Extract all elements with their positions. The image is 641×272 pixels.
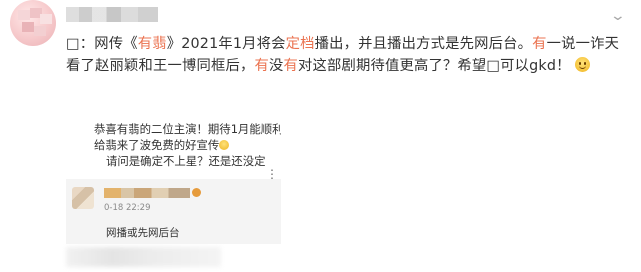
post-text: □：网传《有翡》2021年1月将会定档播出，并且播出方式是先网后台。有一说一诈天… [66, 33, 626, 77]
post-text-part: 》2021年1月将会 [166, 36, 286, 52]
keyword-link[interactable]: 有 [254, 58, 269, 74]
post-prefix: □：网传《 [66, 36, 138, 52]
comment-time: 0-18 22:29 [104, 203, 151, 213]
smile-emoji-icon [219, 140, 230, 150]
attached-screenshot[interactable]: 恭喜有翡的二位主演！期待1月能顺利上线 给翡来了波免费的好宣传 请问是确定不上星… [66, 116, 281, 244]
post-text-part: 播出，并且播出方式是先网后台。 [314, 36, 533, 52]
commenter-avatar [72, 187, 94, 209]
post-text-part: 对这部剧期待值更高了？希望□可以gkd！ [297, 58, 571, 74]
avatar[interactable] [10, 0, 56, 46]
username-blurred[interactable] [66, 7, 158, 22]
topic-link[interactable]: 有翡 [138, 36, 167, 52]
smile-emoji-icon [575, 57, 591, 72]
keyword-link[interactable]: 定档 [286, 36, 315, 52]
keyword-link[interactable]: 有 [532, 36, 547, 52]
verified-badge-icon [192, 188, 201, 197]
screenshot-line-1: 恭喜有翡的二位主演！期待1月能顺利上线 [94, 122, 281, 136]
screenshot-line-3: 请问是确定不上星？还是还没定 [106, 154, 266, 168]
screenshot-line-2: 给翡来了波免费的好宣传 [94, 138, 230, 152]
comment-reply: 网播或先网后台 [106, 227, 180, 239]
blurred-footer [66, 247, 221, 267]
commenter-name-blurred [104, 188, 190, 198]
keyword-link[interactable]: 有 [283, 58, 298, 74]
post-text-part: 没 [268, 58, 284, 74]
screenshot-comment-card: 0-18 22:29 网播或先网后台 [66, 179, 281, 244]
chevron-down-icon[interactable]: ⌄ [610, 8, 626, 24]
